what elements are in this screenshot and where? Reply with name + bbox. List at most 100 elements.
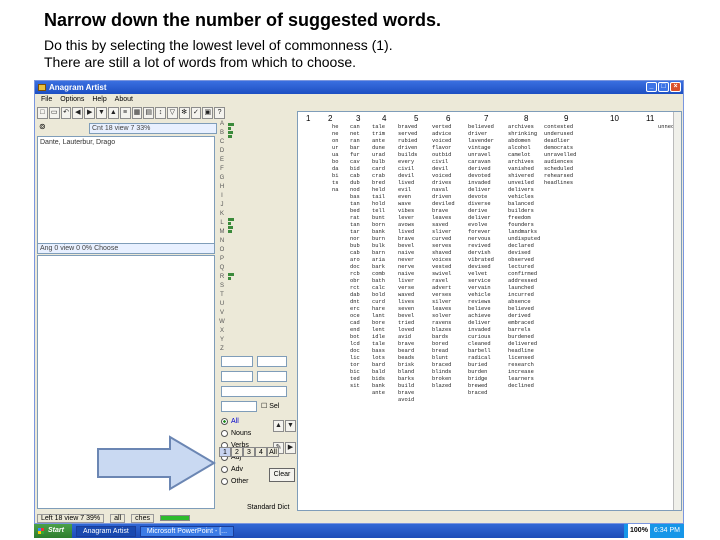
tab-all[interactable]: all xyxy=(110,513,126,523)
list-item[interactable]: held xyxy=(372,187,385,194)
list-item[interactable]: declared xyxy=(508,243,540,250)
list-item[interactable]: hare xyxy=(372,306,385,313)
list-item[interactable]: deliver xyxy=(468,187,494,194)
list-item[interactable]: bore xyxy=(372,320,385,327)
list-item[interactable]: verses xyxy=(432,292,455,299)
list-item[interactable]: sliver xyxy=(432,229,455,236)
list-item[interactable]: barrels xyxy=(508,327,540,334)
list-item[interactable]: rcb xyxy=(350,271,360,278)
list-item[interactable]: lots xyxy=(372,355,385,362)
list-item[interactable]: invaded xyxy=(468,327,494,334)
window-titlebar[interactable]: Anagram Artist _ □ × xyxy=(35,81,683,94)
list-item[interactable]: contested xyxy=(544,124,576,131)
list-item[interactable]: dab xyxy=(350,292,360,299)
list-item[interactable]: unravelled xyxy=(544,152,576,159)
list-item[interactable]: vibrated xyxy=(468,257,494,264)
list-item[interactable]: blunt xyxy=(432,355,455,362)
list-item[interactable]: tail xyxy=(372,194,385,201)
list-item[interactable]: velvet xyxy=(468,271,494,278)
list-item[interactable]: doc xyxy=(350,348,360,355)
undo-icon[interactable]: ↶ xyxy=(60,107,72,119)
contains-input[interactable] xyxy=(221,371,253,382)
list-item[interactable]: civil xyxy=(398,166,417,173)
level-all-button[interactable]: All xyxy=(267,447,279,457)
list-item[interactable]: naive xyxy=(398,271,417,278)
list-item[interactable]: brave xyxy=(398,236,417,243)
new-icon[interactable]: □ xyxy=(37,107,48,119)
list-item[interactable]: braced xyxy=(432,362,455,369)
max-length-input[interactable] xyxy=(257,356,287,367)
zoom-level[interactable]: 100% xyxy=(628,524,650,538)
list-item[interactable]: barbell xyxy=(468,348,494,355)
list-item[interactable]: erc xyxy=(350,306,360,313)
list-item[interactable]: lever xyxy=(398,215,417,222)
list-item[interactable]: bread xyxy=(432,348,455,355)
list-item[interactable]: brave xyxy=(398,341,417,348)
list-item[interactable]: never xyxy=(398,257,417,264)
list-item[interactable]: solver xyxy=(432,313,455,320)
list-item[interactable]: cav xyxy=(350,159,360,166)
list-item[interactable]: bank xyxy=(372,229,385,236)
min-length-input[interactable] xyxy=(221,356,253,367)
list-item[interactable]: end xyxy=(350,327,360,334)
list-item[interactable]: cab xyxy=(350,173,360,180)
list-item[interactable]: trim xyxy=(372,131,385,138)
list-item[interactable]: bland xyxy=(398,369,417,376)
list-item[interactable]: ravens xyxy=(432,320,455,327)
list-item[interactable]: tan xyxy=(350,201,360,208)
list-item[interactable]: launched xyxy=(508,285,540,292)
list-item[interactable]: derived xyxy=(508,313,540,320)
list-item[interactable]: lant xyxy=(372,313,385,320)
list-item[interactable]: forever xyxy=(468,229,494,236)
list-item[interactable]: bath xyxy=(372,278,385,285)
list-item[interactable]: curved xyxy=(432,236,455,243)
grid-icon[interactable]: ▦ xyxy=(131,107,143,119)
list-item[interactable]: deliver xyxy=(468,320,494,327)
list-item[interactable]: beard xyxy=(398,348,417,355)
binoculars-icon[interactable]: ⊚ xyxy=(39,122,46,131)
filter-nouns[interactable]: Nouns xyxy=(221,430,251,437)
clear-button[interactable]: Clear xyxy=(269,468,295,482)
list-item[interactable]: revived xyxy=(468,243,494,250)
list-item[interactable]: camelot xyxy=(508,152,540,159)
list-item[interactable]: naval xyxy=(432,187,455,194)
list-item[interactable]: deadlier xyxy=(544,138,576,145)
list-item[interactable]: braced xyxy=(468,390,494,397)
minimize-icon[interactable]: _ xyxy=(646,82,657,92)
list-item[interactable]: even xyxy=(398,194,417,201)
list-item[interactable]: confirmed xyxy=(508,271,540,278)
list-item[interactable]: devised xyxy=(468,264,494,271)
list-item[interactable]: nerve xyxy=(398,264,417,271)
list-item[interactable]: bridge xyxy=(468,376,494,383)
excludes-input[interactable] xyxy=(257,371,287,382)
list-item[interactable]: waved xyxy=(398,292,417,299)
list-item[interactable]: headline xyxy=(508,348,540,355)
open-icon[interactable]: ▭ xyxy=(48,107,60,119)
list-item[interactable]: democrats xyxy=(544,145,576,152)
task-powerpoint[interactable]: Microsoft PowerPoint - [... xyxy=(139,525,235,537)
list-item[interactable]: underused xyxy=(544,131,576,138)
list-item[interactable]: bub xyxy=(350,243,360,250)
list-item[interactable]: ua xyxy=(332,152,338,159)
list-item[interactable]: blazed xyxy=(432,383,455,390)
tile-icon[interactable]: ▤ xyxy=(143,107,155,119)
up-small-icon[interactable]: ▲ xyxy=(273,420,284,432)
list-item[interactable]: bulk xyxy=(372,243,385,250)
list-item[interactable]: absence xyxy=(508,299,540,306)
list-item[interactable]: research xyxy=(508,362,540,369)
list-item[interactable]: bevel xyxy=(398,243,417,250)
list-item[interactable]: ts xyxy=(332,180,338,187)
task-anagram-artist[interactable]: Anagram Artist xyxy=(75,525,136,537)
list-item[interactable]: bid xyxy=(350,166,360,173)
maximize-icon[interactable]: □ xyxy=(658,82,669,92)
list-item[interactable]: voiced xyxy=(432,173,455,180)
list-item[interactable]: doc xyxy=(350,264,360,271)
list-item[interactable]: lived xyxy=(398,229,417,236)
list-item[interactable]: dune xyxy=(372,145,385,152)
list-item[interactable]: hold xyxy=(372,201,385,208)
list-item[interactable]: bank xyxy=(372,383,385,390)
list-item[interactable]: archives xyxy=(508,124,540,131)
list-item[interactable]: embraced xyxy=(508,320,540,327)
word-column-3[interactable]: can net ran bar fur cav bid cab dub nod bas tan bed r… xyxy=(350,124,360,390)
list-item[interactable]: vested xyxy=(432,264,455,271)
